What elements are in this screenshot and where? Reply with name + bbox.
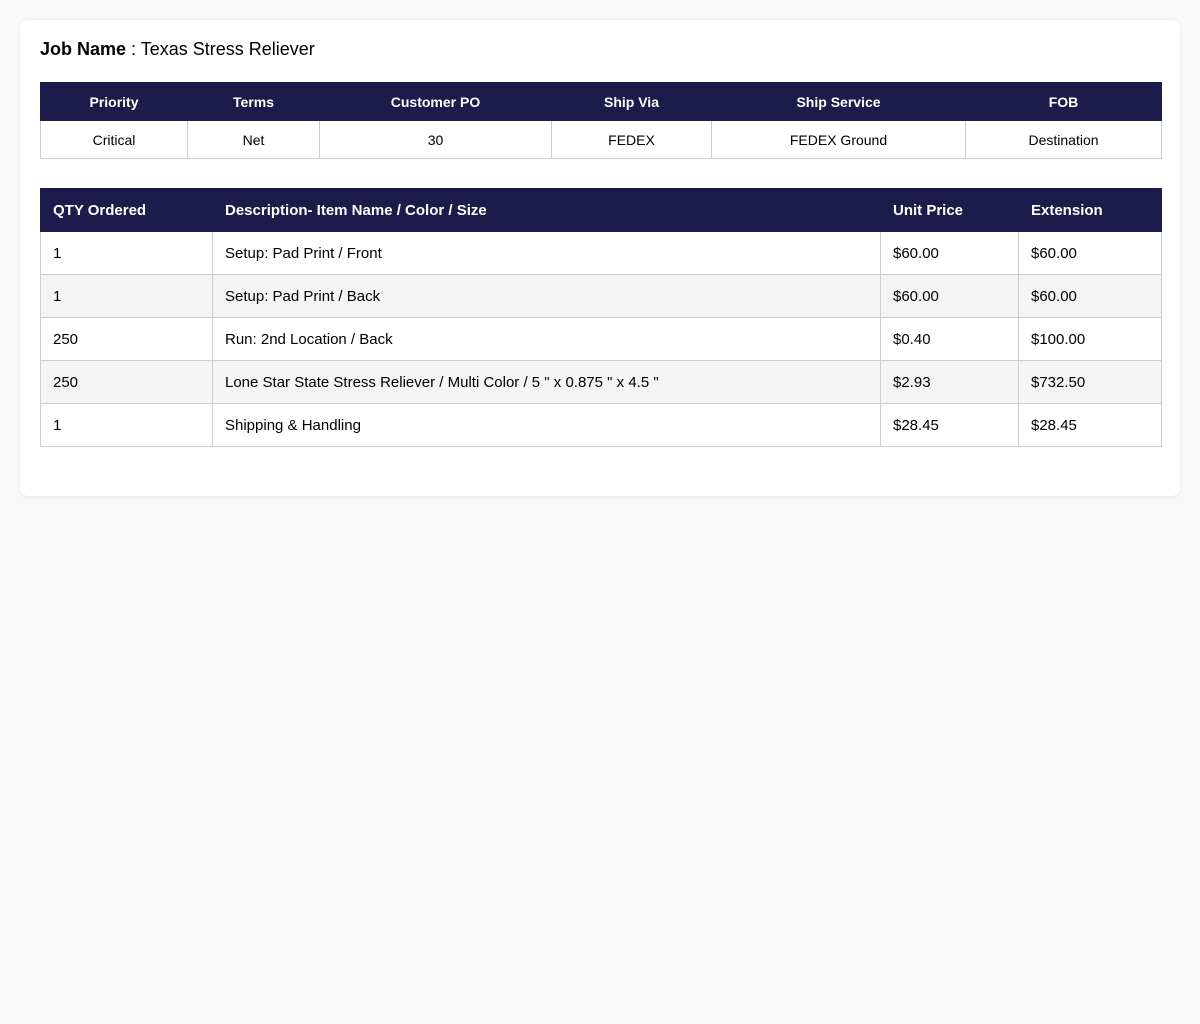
table-row: 1 Setup: Pad Print / Front $60.00 $60.00 — [40, 231, 1162, 275]
order-summary-table: Priority Terms Customer PO Ship Via Ship… — [40, 82, 1162, 159]
description-cell: Setup: Pad Print / Back — [212, 274, 881, 318]
table-row: 1 Shipping & Handling $28.45 $28.45 — [40, 403, 1162, 447]
extension-header: Extension — [1018, 188, 1162, 232]
extension-cell: $732.50 — [1018, 360, 1162, 404]
extension-cell: $100.00 — [1018, 317, 1162, 361]
qty-cell: 1 — [40, 231, 213, 275]
job-name-separator: : — [126, 39, 141, 59]
description-cell: Run: 2nd Location / Back — [212, 317, 881, 361]
table-row: 1 Setup: Pad Print / Back $60.00 $60.00 — [40, 274, 1162, 318]
fob-value: Destination — [965, 120, 1162, 159]
table-row: 250 Run: 2nd Location / Back $0.40 $100.… — [40, 317, 1162, 361]
description-cell: Lone Star State Stress Reliever / Multi … — [212, 360, 881, 404]
customer-po-header: Customer PO — [319, 82, 552, 121]
summary-header-row: Priority Terms Customer PO Ship Via Ship… — [40, 82, 1162, 121]
fob-header: FOB — [965, 82, 1162, 121]
unit-price-cell: $0.40 — [880, 317, 1019, 361]
qty-ordered-header: QTY Ordered — [40, 188, 213, 232]
extension-cell: $60.00 — [1018, 274, 1162, 318]
description-cell: Setup: Pad Print / Front — [212, 231, 881, 275]
unit-price-cell: $28.45 — [880, 403, 1019, 447]
table-row: 250 Lone Star State Stress Reliever / Mu… — [40, 360, 1162, 404]
extension-cell: $28.45 — [1018, 403, 1162, 447]
extension-cell: $60.00 — [1018, 231, 1162, 275]
qty-cell: 250 — [40, 317, 213, 361]
description-cell: Shipping & Handling — [212, 403, 881, 447]
qty-cell: 1 — [40, 274, 213, 318]
unit-price-cell: $60.00 — [880, 231, 1019, 275]
summary-value-row: Critical Net 30 FEDEX FEDEX Ground Desti… — [40, 120, 1162, 159]
ship-via-header: Ship Via — [551, 82, 712, 121]
ship-service-value: FEDEX Ground — [711, 120, 966, 159]
order-card: Job Name : Texas Stress Reliever Priorit… — [20, 20, 1180, 496]
priority-header: Priority — [40, 82, 188, 121]
items-header-row: QTY Ordered Description- Item Name / Col… — [40, 188, 1162, 232]
customer-po-value: 30 — [319, 120, 552, 159]
job-name-label: Job Name — [40, 39, 127, 59]
unit-price-cell: $60.00 — [880, 274, 1019, 318]
description-header: Description- Item Name / Color / Size — [212, 188, 881, 232]
ship-via-value: FEDEX — [551, 120, 712, 159]
job-name-value: Texas Stress Reliever — [140, 39, 315, 59]
unit-price-header: Unit Price — [880, 188, 1019, 232]
ship-service-header: Ship Service — [711, 82, 966, 121]
qty-cell: 1 — [40, 403, 213, 447]
line-items-table: QTY Ordered Description- Item Name / Col… — [40, 188, 1162, 447]
unit-price-cell: $2.93 — [880, 360, 1019, 404]
job-name-line: Job Name : Texas Stress Reliever — [40, 38, 315, 60]
priority-value: Critical — [40, 120, 188, 159]
terms-header: Terms — [187, 82, 320, 121]
qty-cell: 250 — [40, 360, 213, 404]
terms-value: Net — [187, 120, 320, 159]
